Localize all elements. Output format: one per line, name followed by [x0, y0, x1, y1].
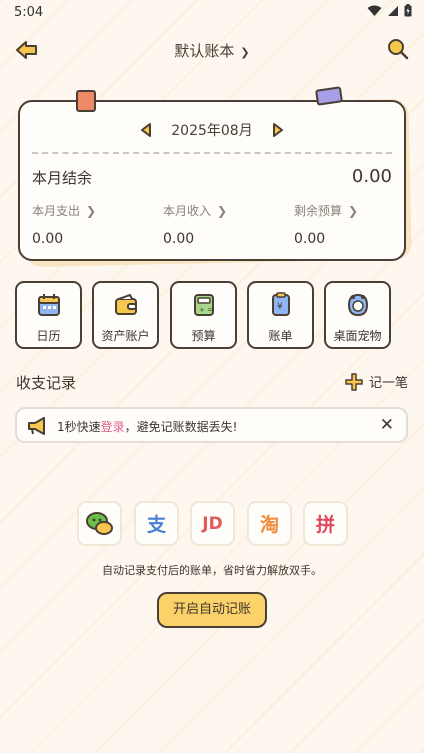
tile-desktop-pet[interactable]: 桌面宠物 — [324, 281, 391, 349]
prev-month-icon[interactable] — [139, 122, 153, 138]
month-switcher: 2025年08月 — [20, 120, 404, 140]
wechat-icon — [85, 511, 113, 535]
records-title: 收支记录 — [16, 374, 77, 392]
tile-bills[interactable]: ¥ 账单 — [247, 281, 314, 349]
stat-budget-left[interactable]: 剩余预算 ❯ 0.00 — [294, 202, 414, 247]
stat-value: 0.00 — [163, 231, 195, 247]
app-taobao[interactable]: 淘 — [247, 501, 292, 546]
search-icon — [388, 39, 409, 60]
app-alipay[interactable]: 支 — [134, 501, 179, 546]
tape-decoration — [315, 86, 343, 106]
tile-assets[interactable]: 资产账户 — [92, 281, 159, 349]
wifi-icon — [367, 5, 382, 16]
quick-tiles: 日历 资产账户 + = 预算 ¥ 账单 桌面宠物 — [15, 281, 395, 349]
auto-record-description: 自动记录支付后的账单，省时省力解放双手。 — [102, 564, 322, 577]
balance-label: 本月结余 — [32, 169, 93, 187]
chevron-right-icon: ❯ — [86, 204, 97, 218]
stat-value: 0.00 — [294, 231, 326, 247]
tape-decoration — [76, 90, 96, 112]
enable-auto-record-button[interactable]: 开启自动记账 — [157, 592, 267, 628]
stat-income[interactable]: 本月收入 ❯ 0.00 — [163, 202, 283, 247]
bill-icon: ¥ — [271, 292, 290, 316]
tile-label: 预算 — [191, 329, 216, 343]
stat-label: 本月支出 — [32, 204, 81, 218]
notice-suffix: ，避免记账数据丢失! — [124, 420, 238, 434]
app-jd[interactable]: JD — [190, 501, 235, 546]
auto-record-apps: 支 JD 淘 拼 — [77, 501, 349, 547]
top-bar: 默认账本 ❯ — [0, 30, 424, 70]
app-wechat[interactable] — [77, 501, 122, 546]
stat-expense[interactable]: 本月支出 ❯ 0.00 — [32, 202, 152, 247]
monthly-summary-card: 2025年08月 本月结余 0.00 本月支出 ❯ 0.00 本月收入 ❯ 0.00… — [18, 86, 406, 261]
tile-label: 资产账户 — [101, 329, 150, 343]
signal-icon — [388, 5, 398, 16]
add-record-label: 记一笔 — [368, 376, 408, 391]
pinduoduo-icon: 拼 — [315, 514, 335, 536]
status-icons — [367, 4, 412, 17]
calendar-icon — [37, 294, 60, 316]
login-link[interactable]: 登录 — [101, 420, 125, 434]
chevron-down-icon: ❯ — [240, 46, 250, 59]
tile-label: 桌面宠物 — [333, 329, 382, 343]
battery-icon — [404, 4, 412, 17]
tile-budget[interactable]: + = 预算 — [170, 281, 237, 349]
next-month-icon[interactable] — [271, 122, 285, 138]
notice-text: 1秒快速登录，避免记账数据丢失! — [57, 418, 237, 435]
ledger-name: 默认账本 — [174, 42, 235, 60]
close-icon[interactable]: ✕ — [380, 415, 394, 435]
stat-label: 剩余预算 — [294, 204, 343, 218]
tile-label: 账单 — [268, 329, 293, 343]
megaphone-icon — [28, 417, 45, 435]
status-bar: 5:04 — [0, 0, 424, 26]
jd-icon: JD — [202, 513, 223, 534]
svg-text:¥: ¥ — [277, 302, 283, 312]
ledger-selector[interactable]: 默认账本 ❯ — [0, 40, 424, 61]
stat-label: 本月收入 — [163, 204, 212, 218]
chevron-right-icon: ❯ — [217, 204, 228, 218]
app-pinduoduo[interactable]: 拼 — [303, 501, 348, 546]
notice-prefix: 1秒快速 — [57, 420, 101, 434]
login-notice: 1秒快速登录，避免记账数据丢失! ✕ — [15, 407, 408, 443]
current-month[interactable]: 2025年08月 — [171, 120, 252, 140]
tile-label: 日历 — [36, 329, 61, 343]
plus-icon — [345, 372, 363, 391]
records-header: 收支记录 记一笔 — [16, 370, 408, 392]
balance-value: 0.00 — [351, 166, 392, 187]
chevron-right-icon: ❯ — [348, 204, 359, 218]
add-record-button[interactable]: 记一笔 — [345, 372, 408, 391]
calculator-icon: + = — [193, 294, 214, 316]
stat-value: 0.00 — [32, 231, 64, 247]
status-time: 5:04 — [14, 5, 44, 20]
alipay-icon: 支 — [146, 514, 166, 536]
search-button[interactable] — [386, 37, 410, 61]
svg-text:+ =: + = — [199, 306, 213, 314]
tile-calendar[interactable]: 日历 — [15, 281, 82, 349]
taobao-icon: 淘 — [259, 514, 279, 536]
divider — [32, 152, 392, 154]
pet-icon — [347, 293, 368, 317]
wallet-icon — [114, 294, 137, 315]
